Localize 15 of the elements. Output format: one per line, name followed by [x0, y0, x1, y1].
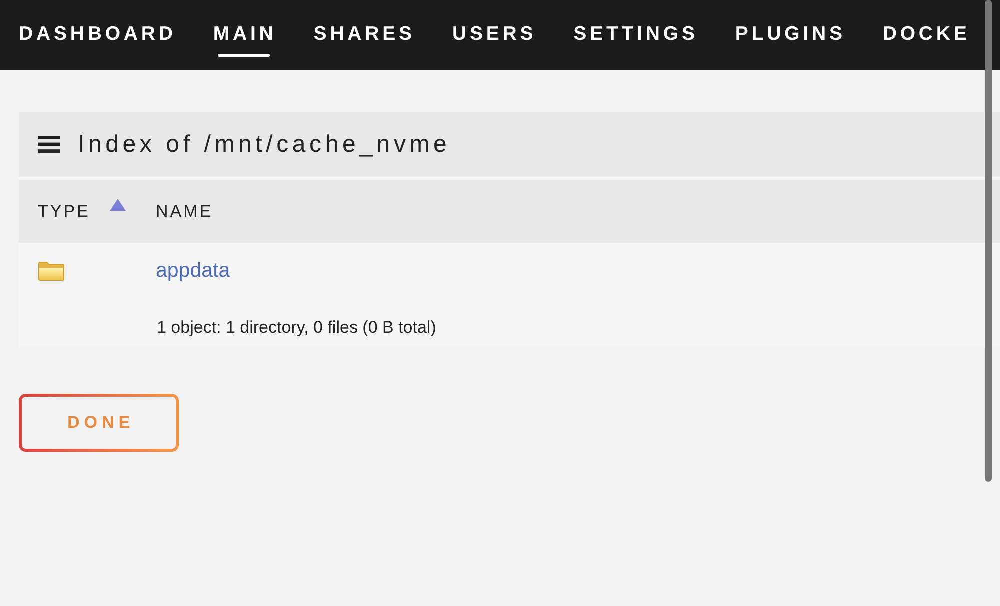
nav-tab[interactable]: SHARES: [314, 0, 416, 58]
scrollbar[interactable]: [985, 0, 992, 482]
panel-title: Index of /mnt/cache_nvme: [78, 130, 451, 160]
nav-tab[interactable]: PLUGINS: [735, 0, 846, 58]
nav-tab[interactable]: USERS: [452, 0, 537, 58]
folder-link[interactable]: appdata: [156, 256, 230, 286]
nav-tab[interactable]: DASHBOARD: [19, 0, 176, 58]
nav-tab[interactable]: DOCKE: [882, 0, 970, 58]
nav-tab[interactable]: MAIN: [213, 0, 277, 58]
column-header[interactable]: TYPE: [38, 198, 90, 224]
nav-tab[interactable]: SETTINGS: [574, 0, 698, 58]
summary-text: 1 object: 1 directory, 0 files (0 B total): [157, 318, 436, 338]
menu-icon: [38, 136, 60, 153]
folder-icon: [38, 262, 65, 280]
column-header[interactable]: NAME: [156, 198, 214, 224]
